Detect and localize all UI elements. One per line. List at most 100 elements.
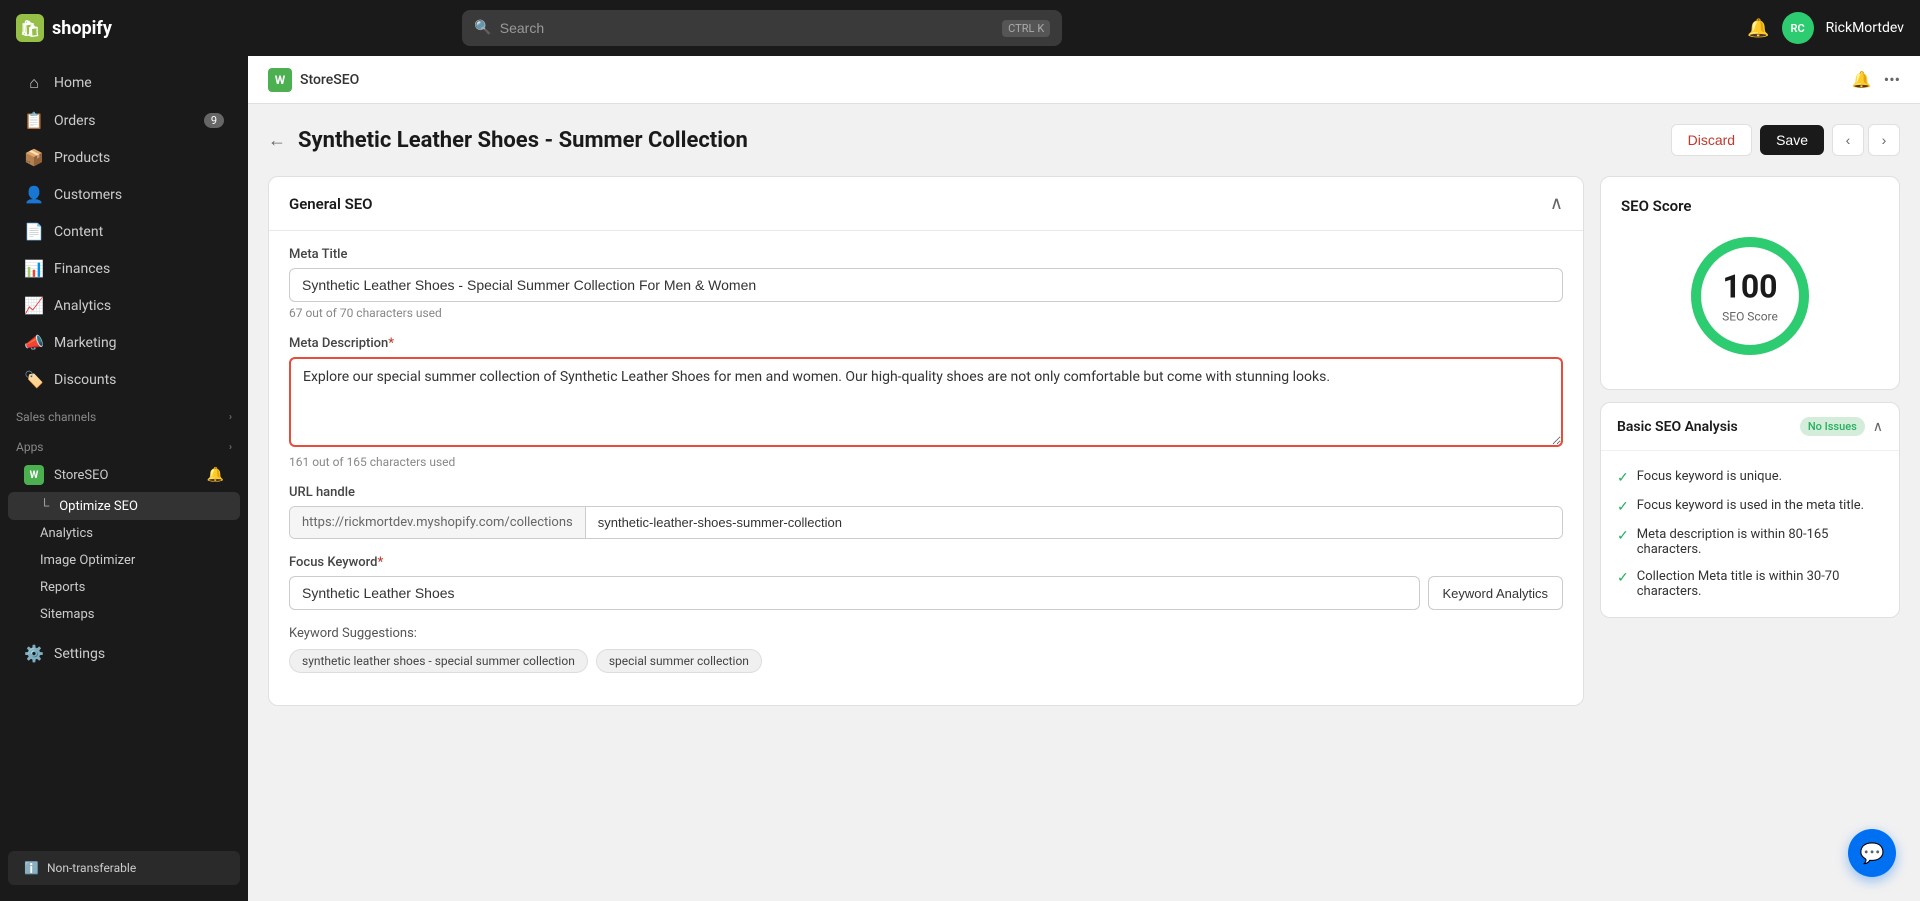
left-column: General SEO ∧ Meta Title 67 out of 70 ch…	[268, 176, 1584, 881]
shopify-logo-icon: 🛍	[16, 14, 44, 42]
app-header-more-icon[interactable]: •••	[1884, 70, 1900, 89]
sidebar-item-finances[interactable]: 📊 Finances	[8, 251, 240, 286]
bell-icon[interactable]: 🔔	[1747, 18, 1769, 39]
suggestions-label: Keyword Suggestions:	[289, 626, 1563, 641]
sidebar-bottom: ℹ️ Non-transferable	[0, 843, 248, 893]
sidebar: ⌂ Home 📋 Orders 9 📦 Products 👤 Customers…	[0, 56, 248, 901]
check-icon-2: ✓	[1617, 528, 1629, 544]
sidebar-item-label: Analytics	[54, 298, 111, 314]
focus-keyword-input[interactable]	[289, 576, 1420, 610]
shopify-logo: 🛍 shopify	[16, 14, 112, 42]
sub-item-label: Image Optimizer	[40, 553, 135, 568]
search-input[interactable]	[500, 20, 994, 36]
storeseo-bell-icon: 🔔	[207, 467, 224, 483]
meta-desc-group: Meta Description* Explore our special su…	[289, 336, 1563, 469]
non-transferable-badge: ℹ️ Non-transferable	[8, 851, 240, 885]
check-icon-0: ✓	[1617, 470, 1629, 486]
sidebar-storeseo-header[interactable]: W StoreSEO 🔔	[8, 459, 240, 491]
suggestion-tag-1[interactable]: special summer collection	[596, 649, 762, 673]
analysis-item-text-1: Focus keyword is used in the meta title.	[1637, 498, 1864, 513]
non-transferable-label: Non-transferable	[47, 861, 136, 875]
score-label: SEO Score	[1722, 310, 1778, 324]
sidebar-sub-sitemaps[interactable]: Sitemaps	[8, 601, 240, 628]
meta-desc-textarea[interactable]: Explore our special summer collection of…	[289, 357, 1563, 447]
sidebar-item-label: Content	[54, 224, 103, 240]
search-bar[interactable]: 🔍 CTRL K	[462, 10, 1062, 46]
finances-icon: 📊	[24, 259, 44, 278]
suggestion-tag-0[interactable]: synthetic leather shoes - special summer…	[289, 649, 588, 673]
username: RickMortdev	[1826, 20, 1904, 36]
app-header-icon: W	[268, 68, 292, 92]
avatar: RC	[1782, 12, 1814, 44]
keyword-suggestions-group: Keyword Suggestions: synthetic leather s…	[289, 626, 1563, 673]
meta-desc-char-count: 161 out of 165 characters used	[289, 455, 1563, 469]
general-seo-card-header: General SEO ∧	[269, 177, 1583, 231]
analysis-title: Basic SEO Analysis	[1617, 419, 1738, 435]
content-icon: 📄	[24, 222, 44, 241]
meta-title-label: Meta Title	[289, 247, 1563, 262]
analysis-body: ✓ Focus keyword is unique. ✓ Focus keywo…	[1601, 451, 1899, 617]
sidebar-item-marketing[interactable]: 📣 Marketing	[8, 325, 240, 360]
products-icon: 📦	[24, 148, 44, 167]
focus-keyword-group: Focus Keyword* Keyword Analytics	[289, 555, 1563, 610]
sidebar-sub-optimize-seo[interactable]: └ Optimize SEO	[8, 492, 240, 520]
sidebar-item-label: Finances	[54, 261, 110, 277]
sidebar-item-analytics[interactable]: 📈 Analytics	[8, 288, 240, 323]
sidebar-sub-reports[interactable]: Reports	[8, 574, 240, 601]
meta-title-char-count: 67 out of 70 characters used	[289, 306, 1563, 320]
nav-arrows: ‹ ›	[1832, 124, 1900, 156]
prev-arrow-button[interactable]: ‹	[1832, 124, 1864, 156]
sidebar-item-customers[interactable]: 👤 Customers	[8, 177, 240, 212]
sub-item-label: Analytics	[40, 526, 93, 541]
keyword-analytics-button[interactable]: Keyword Analytics	[1428, 576, 1564, 610]
chat-bubble-button[interactable]: 💬	[1848, 829, 1896, 877]
sidebar-item-content[interactable]: 📄 Content	[8, 214, 240, 249]
no-issues-badge: No Issues	[1800, 417, 1865, 436]
analytics-icon: 📈	[24, 296, 44, 315]
main-layout: ⌂ Home 📋 Orders 9 📦 Products 👤 Customers…	[0, 56, 1920, 901]
analysis-item-2: ✓ Meta description is within 80-165 char…	[1617, 521, 1883, 563]
general-seo-title: General SEO	[289, 195, 373, 213]
sidebar-item-settings[interactable]: ⚙️ Settings	[8, 636, 240, 671]
sidebar-item-home[interactable]: ⌂ Home	[8, 65, 240, 101]
app-header-title: StoreSEO	[300, 72, 359, 88]
sidebar-item-discounts[interactable]: 🏷️ Discounts	[8, 362, 240, 397]
sidebar-item-label: Products	[54, 150, 110, 166]
title-actions: Discard Save ‹ ›	[1671, 124, 1900, 156]
url-slug-input[interactable]	[586, 507, 1562, 538]
app-header: W StoreSEO 🔔 •••	[248, 56, 1920, 104]
focus-keyword-label: Focus Keyword*	[289, 555, 1563, 570]
shopify-logo-text: shopify	[52, 18, 112, 39]
sidebar-sub-image-optimizer[interactable]: Image Optimizer	[8, 547, 240, 574]
sidebar-storeseo-label: StoreSEO	[54, 468, 109, 483]
basic-seo-analysis-card: Basic SEO Analysis No Issues ∧ ✓ Focus k…	[1600, 402, 1900, 618]
analysis-item-text-2: Meta description is within 80-165 charac…	[1637, 527, 1883, 557]
url-handle-group: URL handle https://rickmortdev.myshopify…	[289, 485, 1563, 539]
customers-icon: 👤	[24, 185, 44, 204]
sidebar-item-products[interactable]: 📦 Products	[8, 140, 240, 175]
back-arrow-icon[interactable]: ←	[268, 130, 286, 151]
sidebar-item-orders[interactable]: 📋 Orders 9	[8, 103, 240, 138]
chevron-right-icon: ›	[229, 442, 232, 453]
check-icon-3: ✓	[1617, 570, 1629, 586]
collapse-icon[interactable]: ∧	[1550, 193, 1563, 214]
app-header-bell-icon[interactable]: 🔔	[1852, 70, 1872, 89]
marketing-icon: 📣	[24, 333, 44, 352]
discard-button[interactable]: Discard	[1671, 124, 1752, 156]
content-area: W StoreSEO 🔔 ••• ← Synthetic Leather Sho…	[248, 56, 1920, 901]
score-number: 100	[1722, 268, 1778, 306]
chevron-right-icon: ›	[229, 412, 232, 423]
meta-title-input[interactable]	[289, 268, 1563, 302]
page-content: ← Synthetic Leather Shoes - Summer Colle…	[248, 104, 1920, 901]
suggestions-row: synthetic leather shoes - special summer…	[289, 649, 1563, 673]
next-arrow-button[interactable]: ›	[1868, 124, 1900, 156]
collapse-analysis-icon[interactable]: ∧	[1873, 419, 1883, 435]
check-icon-1: ✓	[1617, 499, 1629, 515]
meta-title-group: Meta Title 67 out of 70 characters used	[289, 247, 1563, 320]
save-button[interactable]: Save	[1760, 125, 1824, 155]
analysis-item-text-0: Focus keyword is unique.	[1637, 469, 1782, 484]
keyword-row: Keyword Analytics	[289, 576, 1563, 610]
sales-channels-section: Sales channels ›	[0, 398, 248, 428]
home-icon: ⌂	[24, 73, 44, 93]
sidebar-sub-analytics[interactable]: Analytics	[8, 520, 240, 547]
